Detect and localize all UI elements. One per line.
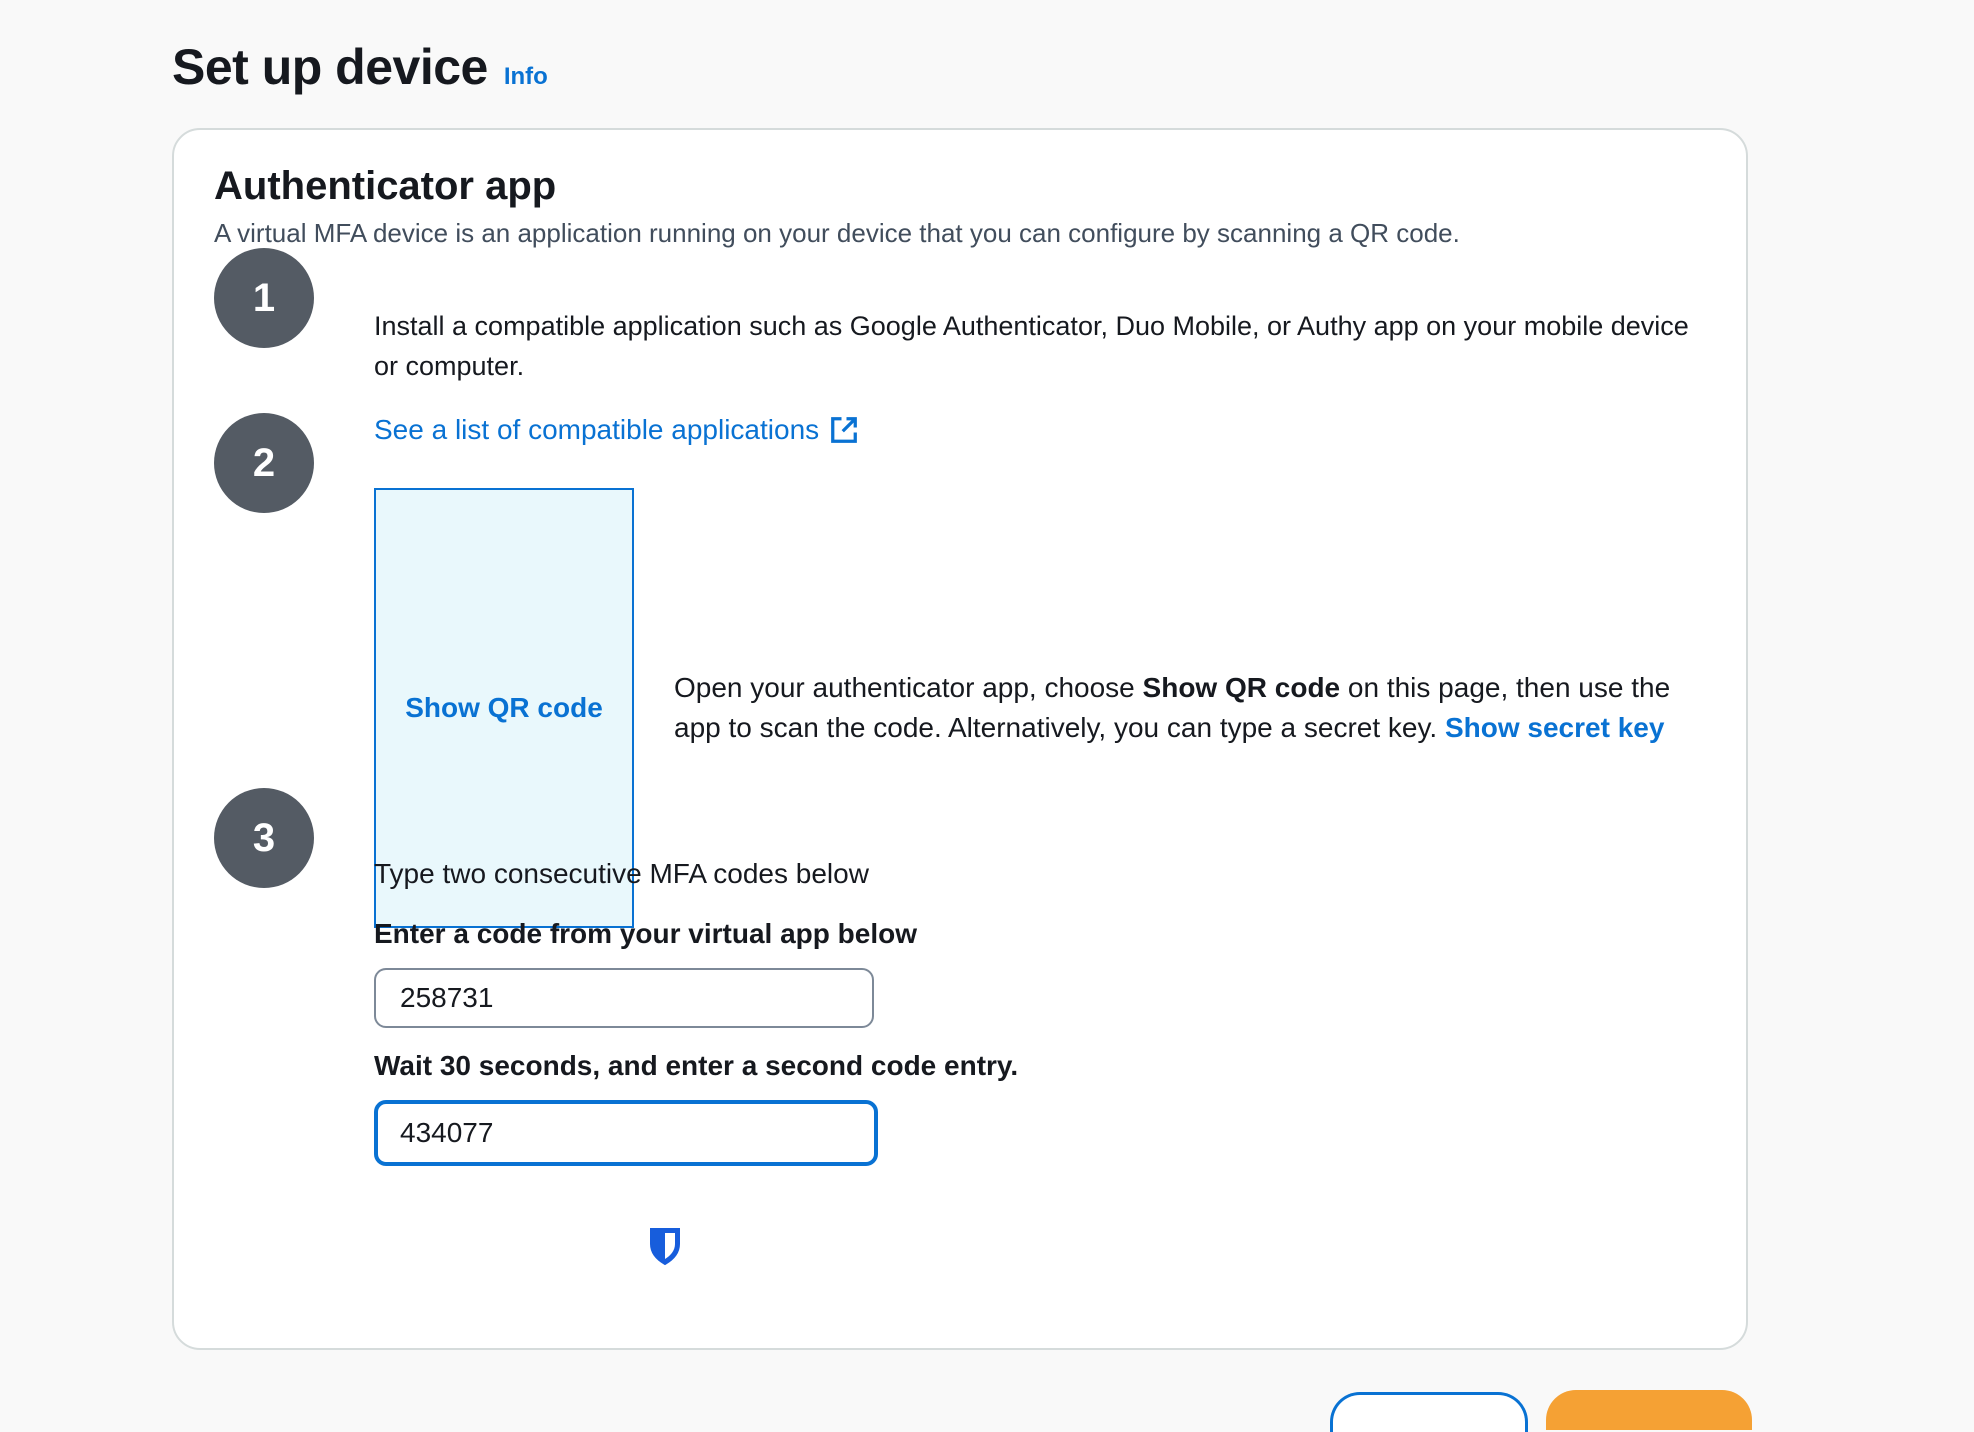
step-2-text-part1: Open your authenticator app, choose xyxy=(674,672,1143,703)
info-link[interactable]: Info xyxy=(504,63,548,91)
step-2-badge: 2 xyxy=(214,413,314,513)
bitwarden-shield-icon[interactable] xyxy=(648,1226,682,1266)
second-mfa-code-input[interactable] xyxy=(374,1100,878,1166)
step-3-badge: 3 xyxy=(214,788,314,888)
page-header: Set up device Info xyxy=(172,38,548,96)
external-link-icon xyxy=(831,417,858,443)
compatible-apps-link-label: See a list of compatible applications xyxy=(374,414,820,445)
show-qr-code-label: Show QR code xyxy=(405,692,603,723)
step-3-title: Type two consecutive MFA codes below xyxy=(374,858,869,889)
cancel-button[interactable] xyxy=(1330,1392,1528,1432)
card-title: Authenticator app xyxy=(214,164,557,208)
compatible-apps-link[interactable]: See a list of compatible applications xyxy=(374,414,859,446)
page-title: Set up device xyxy=(172,39,488,95)
first-code-label: Enter a code from your virtual app below xyxy=(374,918,917,949)
second-code-label: Wait 30 seconds, and enter a second code… xyxy=(374,1050,1019,1081)
next-button[interactable] xyxy=(1546,1390,1752,1430)
step-1-badge: 1 xyxy=(214,248,314,348)
step-2-text-bold: Show QR code xyxy=(1142,672,1341,703)
first-mfa-code-input[interactable] xyxy=(374,968,874,1028)
authenticator-card: Authenticator app A virtual MFA device i… xyxy=(172,128,1748,1350)
card-description: A virtual MFA device is an application r… xyxy=(214,218,1460,248)
step-2-text: Open your authenticator app, choose Show… xyxy=(674,668,1714,748)
step-1-text: Install a compatible application such as… xyxy=(374,311,1689,381)
show-secret-key-link[interactable]: Show secret key xyxy=(1445,712,1664,743)
